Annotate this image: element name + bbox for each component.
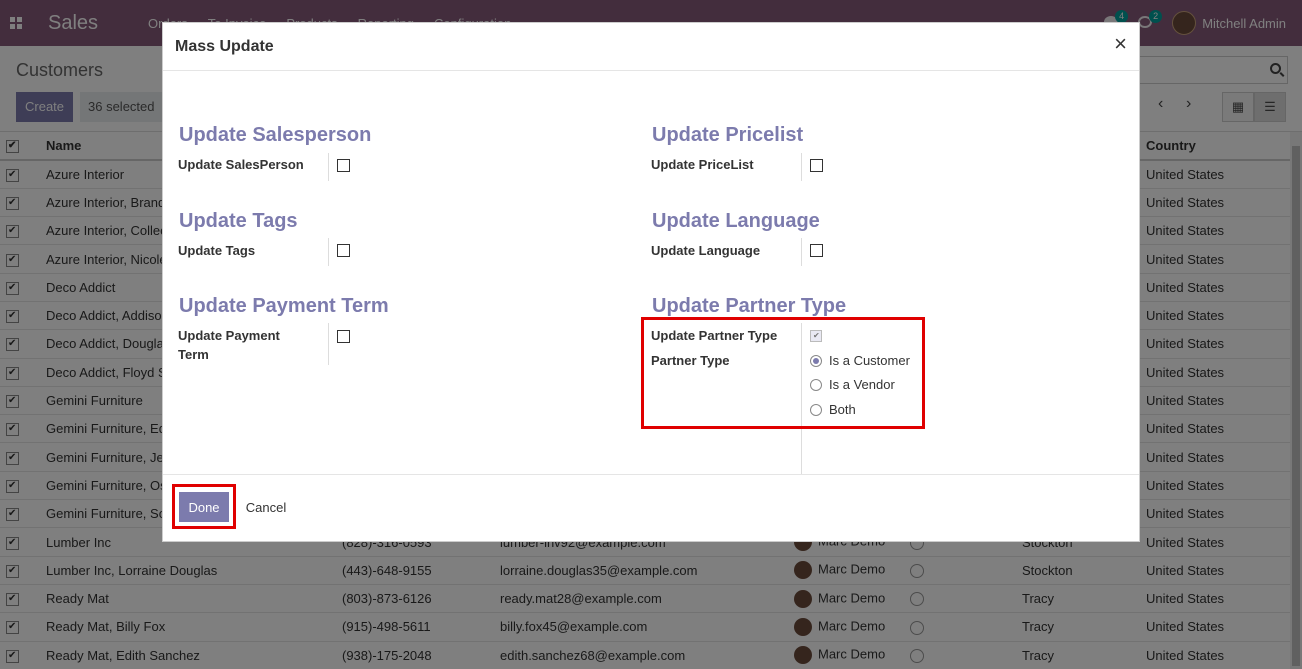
field-label-update-payment-term-line1: Update Payment xyxy=(178,328,280,343)
close-icon[interactable]: × xyxy=(1114,33,1127,55)
field-label-update-payment-term-line2: Term xyxy=(178,347,209,362)
mass-update-dialog: Mass Update × Update Salesperson Update … xyxy=(162,22,1140,542)
section-title-partner-type: Update Partner Type xyxy=(652,295,847,317)
done-button-highlight-box xyxy=(172,484,236,529)
field-separator xyxy=(328,153,329,181)
field-separator xyxy=(328,323,329,365)
cancel-button[interactable]: Cancel xyxy=(237,492,295,522)
section-title-salesperson: Update Salesperson xyxy=(179,124,372,146)
section-title-payment-term: Update Payment Term xyxy=(179,295,389,317)
field-separator xyxy=(328,238,329,266)
field-label-update-language: Update Language xyxy=(651,243,761,258)
modal-header: Mass Update × xyxy=(163,23,1139,71)
update-language-checkbox[interactable] xyxy=(810,244,823,257)
field-separator xyxy=(801,238,802,266)
modal-footer: Done Cancel xyxy=(163,474,1139,542)
field-label-update-salesperson: Update SalesPerson xyxy=(178,157,304,172)
field-separator xyxy=(801,153,802,181)
section-title-tags: Update Tags xyxy=(179,210,298,232)
section-title-pricelist: Update Pricelist xyxy=(652,124,804,146)
section-title-language: Update Language xyxy=(652,210,820,232)
update-pricelist-checkbox[interactable] xyxy=(810,159,823,172)
update-tags-checkbox[interactable] xyxy=(337,244,350,257)
update-payment-term-checkbox[interactable] xyxy=(337,330,350,343)
field-label-update-tags: Update Tags xyxy=(178,243,256,258)
modal-body: Update Salesperson Update SalesPerson Up… xyxy=(163,71,1139,474)
update-salesperson-checkbox[interactable] xyxy=(337,159,350,172)
field-label-update-pricelist: Update PriceList xyxy=(651,157,754,172)
partner-type-highlight-box xyxy=(641,317,925,429)
modal-title: Mass Update xyxy=(175,38,274,55)
